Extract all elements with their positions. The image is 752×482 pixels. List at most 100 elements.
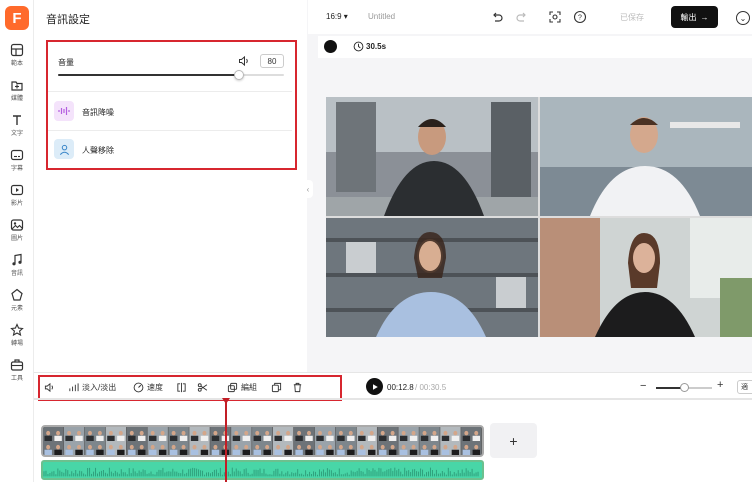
svg-text:?: ?	[578, 15, 582, 22]
delete-button[interactable]	[292, 380, 303, 394]
group-edit-label: 編組	[241, 382, 257, 392]
timeline-ruler[interactable]	[34, 398, 752, 400]
video-icon	[10, 184, 24, 196]
play-button[interactable]	[366, 378, 383, 395]
vocal-remover-icon	[54, 139, 74, 159]
add-clip-button[interactable]: +	[490, 423, 537, 458]
divider	[48, 130, 292, 131]
rail-item-media[interactable]: 媒體	[0, 78, 34, 108]
rail-label: 字幕	[10, 166, 23, 172]
volume-label: 音量	[58, 58, 74, 67]
panel-title: 音訊設定	[46, 14, 90, 26]
more-icon[interactable]: ⌄	[736, 11, 750, 25]
audio-settings-panel: 音訊設定 音量 80 音訊降噪 人聲移除	[34, 0, 307, 372]
zoom-slider-knob[interactable]	[679, 383, 689, 392]
background-color-swatch[interactable]	[324, 40, 337, 53]
elements-icon	[11, 288, 23, 301]
rail-item-subtitles[interactable]: 字幕	[0, 148, 34, 178]
app-logo[interactable]: F	[5, 6, 29, 30]
rail-item-templates[interactable]: 範本	[0, 43, 34, 73]
playhead-line[interactable]	[225, 398, 227, 482]
rail-item-tools[interactable]: 工具	[0, 358, 34, 388]
canvas-duration[interactable]: 30.5s	[366, 42, 386, 51]
clock-icon	[353, 41, 364, 52]
rail-label: 音訊	[10, 271, 23, 277]
play-icon	[372, 383, 378, 390]
zoom-out-icon[interactable]: −	[640, 380, 646, 392]
zoom-slider[interactable]	[656, 383, 712, 392]
undo-icon[interactable]	[490, 10, 504, 24]
video-tile-man-2	[540, 97, 752, 216]
rail-item-video[interactable]: 影片	[0, 183, 34, 213]
volume-value-input[interactable]: 80	[260, 54, 284, 68]
panel-collapse-handle[interactable]: ‹	[303, 180, 313, 198]
export-button[interactable]: 輸出 →	[671, 6, 718, 28]
rail-item-text[interactable]: 文字	[0, 113, 34, 143]
scissors-icon	[197, 382, 208, 392]
vocal-remover-option[interactable]: 人聲移除	[82, 145, 114, 156]
rail-item-elements[interactable]: 元素	[0, 288, 34, 318]
video-clip-track[interactable]	[41, 425, 484, 457]
rail-label: 文字	[10, 131, 23, 137]
rail-label: 工具	[10, 376, 23, 382]
left-rail: F 範本 媒體 文字 字幕 影片 圖片 音訊 元素 轉場 工具	[0, 0, 34, 482]
rail-label: 元素	[10, 306, 23, 312]
trash-icon	[293, 382, 302, 392]
save-status: 已保存	[620, 13, 644, 22]
video-tile-woman-2	[540, 218, 752, 337]
text-icon	[13, 115, 21, 125]
fade-label: 淡入/淡出	[82, 382, 117, 392]
aspect-ratio-select[interactable]: 16:9 ▾	[326, 12, 348, 21]
current-time: 00:12.8	[387, 383, 414, 392]
video-clip-thumbnails	[43, 427, 482, 455]
rail-label: 範本	[10, 61, 23, 67]
app-root: F 範本 媒體 文字 字幕 影片 圖片 音訊 元素 轉場 工具 音訊設定 音量 …	[0, 0, 752, 482]
fade-button[interactable]: 淡入/淡出	[68, 380, 116, 394]
image-icon	[10, 219, 24, 231]
group-edit-button[interactable]: 編組	[227, 380, 257, 394]
screen-record-icon[interactable]	[548, 10, 562, 24]
speed-label: 速度	[147, 382, 163, 392]
transition-icon	[10, 323, 24, 337]
template-icon	[10, 43, 24, 57]
rail-item-audio[interactable]: 音訊	[0, 253, 34, 283]
export-label: 輸出	[680, 12, 697, 22]
audio-clip-track[interactable]	[41, 460, 484, 480]
video-tile-woman-1	[326, 218, 538, 337]
zoom-in-icon[interactable]: +	[717, 379, 723, 391]
project-title[interactable]: Untitled	[368, 12, 395, 21]
music-icon	[12, 253, 22, 266]
top-bar: 16:9 ▾ Untitled ? 已保存 輸出 → ⌄	[308, 0, 752, 34]
speaker-icon	[44, 382, 53, 392]
redo-icon[interactable]	[515, 10, 529, 24]
divider	[48, 91, 292, 92]
media-upload-icon	[11, 81, 23, 91]
canvas-toolbar: 30.5s	[318, 36, 752, 58]
fit-timeline-button[interactable]: 適	[737, 380, 752, 394]
copy-icon	[271, 382, 282, 392]
rail-label: 圖片	[10, 236, 23, 242]
speed-button[interactable]: 速度	[133, 380, 163, 394]
aspect-ratio-value: 16:9	[326, 12, 342, 21]
rail-item-transitions[interactable]: 轉場	[0, 323, 34, 353]
subtitle-icon	[10, 149, 24, 161]
speaker-icon[interactable]	[238, 55, 250, 67]
rail-label: 影片	[10, 201, 23, 207]
volume-slider-knob[interactable]	[233, 70, 244, 80]
rail-item-images[interactable]: 圖片	[0, 218, 34, 248]
audio-waveform	[43, 467, 479, 477]
arrow-right-icon: →	[700, 12, 709, 22]
volume-button[interactable]	[44, 380, 55, 394]
fade-bars-icon	[69, 382, 79, 391]
split-button[interactable]	[176, 380, 187, 394]
layers-icon	[227, 382, 238, 392]
noise-reduction-option[interactable]: 音訊降噪	[82, 107, 114, 118]
video-preview[interactable]	[326, 97, 752, 337]
video-tile-man-1	[326, 97, 538, 216]
rail-label: 轉場	[10, 341, 23, 347]
help-icon[interactable]: ?	[573, 10, 587, 24]
duplicate-button[interactable]	[271, 380, 282, 394]
cut-button[interactable]	[197, 380, 208, 394]
volume-slider[interactable]	[58, 70, 284, 80]
split-icon	[177, 382, 186, 392]
